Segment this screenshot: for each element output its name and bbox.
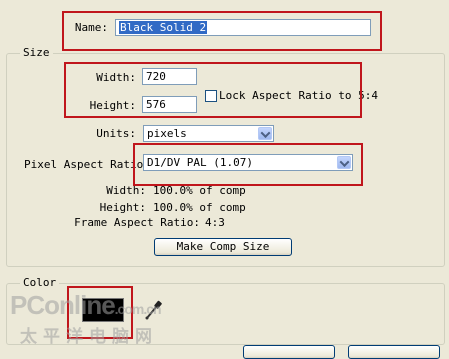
units-select[interactable]: pixels — [143, 125, 274, 142]
make-comp-size-button[interactable]: Make Comp Size — [154, 238, 292, 256]
size-group-title: Size — [20, 47, 53, 59]
units-label: Units: — [96, 127, 136, 140]
pixel-aspect-highlight — [133, 143, 363, 186]
cancel-button-partial[interactable] — [348, 345, 440, 359]
size-highlight — [64, 62, 362, 118]
frame-aspect-value: 4:3 — [205, 216, 225, 229]
color-group-title: Color — [20, 277, 60, 289]
chevron-down-icon[interactable] — [258, 127, 272, 140]
info-height-label: Height: — [99, 201, 146, 214]
info-width-value: 100.0% of comp — [153, 184, 246, 197]
watermark-logo: PConline.com.cn — [10, 290, 162, 320]
frame-aspect-label: Frame Aspect Ratio: — [74, 216, 200, 229]
info-width-label: Width: — [106, 184, 146, 197]
watermark-subtext: 太平洋电脑网 — [20, 327, 158, 347]
name-highlight — [62, 11, 382, 51]
ok-button-partial[interactable] — [243, 345, 335, 359]
info-height-value: 100.0% of comp — [153, 201, 246, 214]
pixel-aspect-label: Pixel Aspect Ratio: — [24, 158, 150, 171]
units-select-value: pixels — [147, 127, 187, 140]
